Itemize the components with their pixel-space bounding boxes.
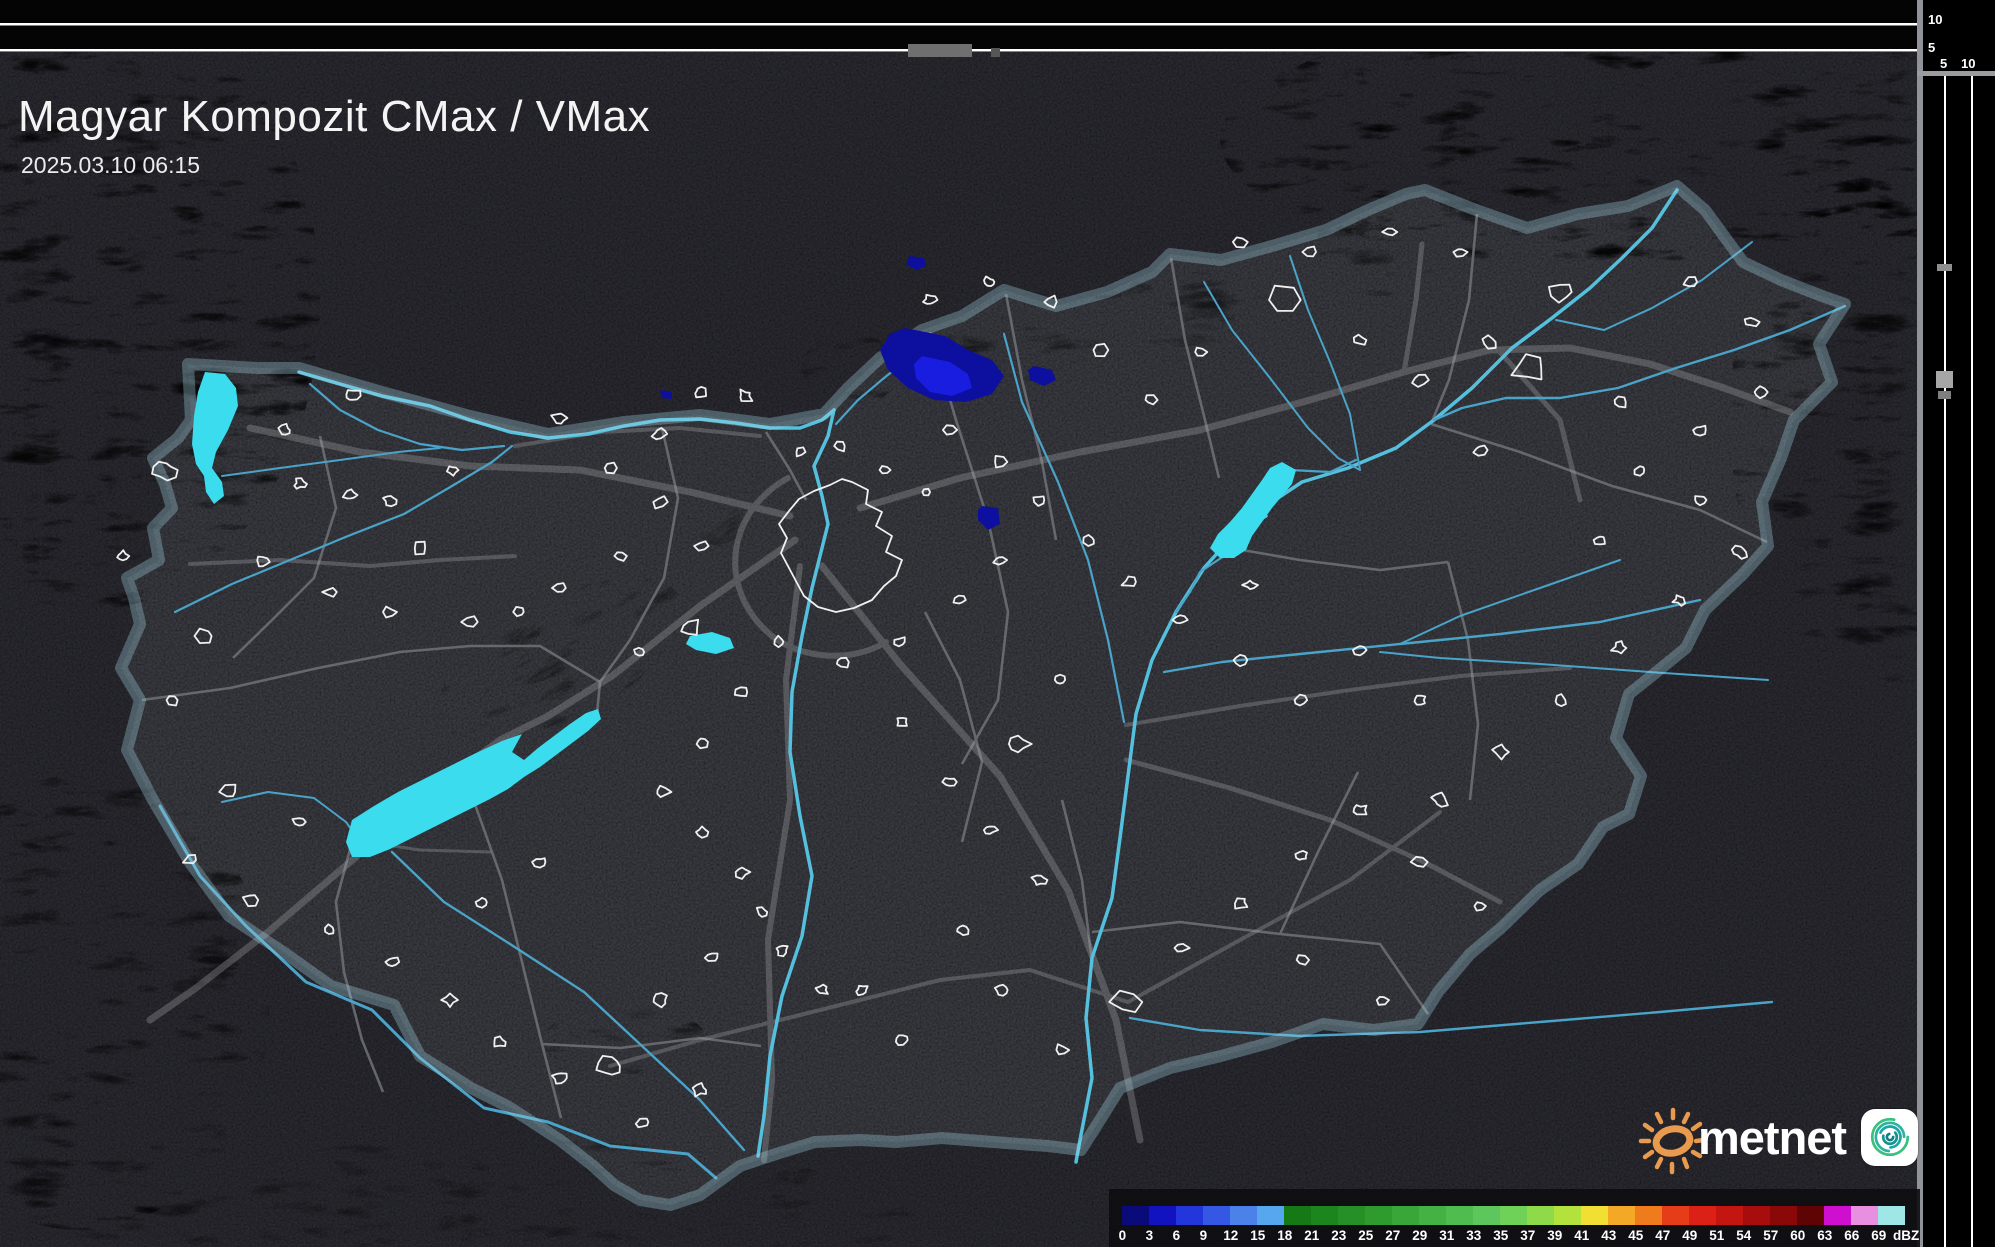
legend-tick-label: 60: [1790, 1228, 1805, 1243]
legend-tick-label: 33: [1466, 1228, 1481, 1243]
legend-tick-label: 37: [1520, 1228, 1535, 1243]
legend-cell: 15: [1257, 1206, 1284, 1225]
timeline-marker[interactable]: [991, 48, 1000, 57]
legend-tick-label: 21: [1304, 1228, 1319, 1243]
legend-tick-label: 51: [1709, 1228, 1724, 1243]
legend-unit-label: dBZ: [1893, 1228, 1919, 1243]
legend-cell: 63: [1824, 1206, 1851, 1225]
legend-tick-label: 69: [1871, 1228, 1886, 1243]
legend-cell: 25: [1365, 1206, 1392, 1225]
legend-cell: 27: [1392, 1206, 1419, 1225]
right-panel-background: [1923, 0, 1995, 1247]
legend-tick-label: 0: [1119, 1228, 1127, 1243]
legend-cell: 43: [1608, 1206, 1635, 1225]
legend-tick-label: 57: [1763, 1228, 1778, 1243]
ruler-vertical-label-10: 10: [1928, 12, 1942, 27]
legend-cell: 31: [1446, 1206, 1473, 1225]
scroll-tick[interactable]: [1937, 264, 1952, 271]
legend-tick-label: 31: [1439, 1228, 1454, 1243]
legend-cell: 33: [1473, 1206, 1500, 1225]
ruler-corner-bar: [1917, 71, 1995, 76]
ruler-vertical-label-5: 5: [1928, 40, 1935, 55]
radar-viewer: Magyar Kompozit CMax / VMax 2025.03.10 0…: [0, 0, 1995, 1247]
legend-tick-label: 27: [1385, 1228, 1400, 1243]
legend-tick-label: 39: [1547, 1228, 1562, 1243]
metnet-app-icon[interactable]: [1861, 1109, 1918, 1166]
legend-cell: 6: [1176, 1206, 1203, 1225]
legend-cell: 57: [1770, 1206, 1797, 1225]
legend-cell: 49: [1689, 1206, 1716, 1225]
radar-map-canvas: [0, 0, 1995, 1247]
timeline-thumb[interactable]: [908, 44, 972, 57]
legend-cell: 45: [1635, 1206, 1662, 1225]
legend-cell: 3: [1149, 1206, 1176, 1225]
legend-cell: 37: [1527, 1206, 1554, 1225]
legend-cell: 47: [1662, 1206, 1689, 1225]
legend-cell: 54: [1743, 1206, 1770, 1225]
map-right-divider: [1917, 0, 1923, 1247]
legend-tick-label: 49: [1682, 1228, 1697, 1243]
page-title: Magyar Kompozit CMax / VMax: [18, 92, 650, 142]
legend-tick-label: 3: [1146, 1228, 1154, 1243]
legend-tick-label: 25: [1358, 1228, 1373, 1243]
legend-cell: 21: [1311, 1206, 1338, 1225]
dbz-legend: 0369121518212325272931333537394143454749…: [1109, 1189, 1920, 1247]
legend-tick-label: 35: [1493, 1228, 1508, 1243]
legend-cell: 12: [1230, 1206, 1257, 1225]
legend-tick-label: 6: [1173, 1228, 1181, 1243]
map-timestamp: 2025.03.10 06:15: [21, 152, 200, 179]
legend-tick-label: 47: [1655, 1228, 1670, 1243]
scroll-thumb-lower[interactable]: [1938, 391, 1951, 399]
legend-tick-label: 41: [1574, 1228, 1589, 1243]
legend-cell: 60: [1797, 1206, 1824, 1225]
legend-cell: 41: [1581, 1206, 1608, 1225]
legend-tick-label: 12: [1223, 1228, 1238, 1243]
terrain-grain: [0, 52, 1920, 1247]
legend-bar: 0369121518212325272931333537394143454749…: [1122, 1206, 1905, 1225]
legend-cell: 18: [1284, 1206, 1311, 1225]
scroll-line-outer[interactable]: [1971, 76, 1973, 1247]
legend-tick-label: 66: [1844, 1228, 1859, 1243]
legend-cell: 39: [1554, 1206, 1581, 1225]
legend-cell: 9: [1203, 1206, 1230, 1225]
legend-tick-label: 54: [1736, 1228, 1751, 1243]
legend-tick-label: 9: [1200, 1228, 1208, 1243]
legend-tick-label: 43: [1601, 1228, 1616, 1243]
legend-tick-label: 29: [1412, 1228, 1427, 1243]
legend-cell: 29: [1419, 1206, 1446, 1225]
legend-cell: 0: [1122, 1206, 1149, 1225]
legend-tick-label: 23: [1331, 1228, 1346, 1243]
legend-cell: 69: [1878, 1206, 1905, 1225]
scroll-thumb[interactable]: [1936, 371, 1953, 388]
legend-cell: 35: [1500, 1206, 1527, 1225]
legend-tick-label: 45: [1628, 1228, 1643, 1243]
branding: metnet: [1634, 1096, 1918, 1178]
legend-cell: 66: [1851, 1206, 1878, 1225]
right-panel: [1917, 0, 1995, 1247]
legend-tick-label: 18: [1277, 1228, 1292, 1243]
legend-tick-label: 63: [1817, 1228, 1832, 1243]
ruler-horizontal-label-10: 10: [1961, 56, 1975, 71]
legend-cell: 51: [1716, 1206, 1743, 1225]
map-layers: [0, 0, 1995, 1247]
timeline-track-upper[interactable]: [0, 23, 1920, 26]
legend-cell: 23: [1338, 1206, 1365, 1225]
ruler-horizontal-label-5: 5: [1940, 56, 1947, 71]
logo-text[interactable]: metnet: [1698, 1110, 1846, 1165]
timeline-chrome: [0, 0, 1920, 57]
spiral-icon: [1867, 1114, 1913, 1160]
scroll-line-inner[interactable]: [1944, 76, 1946, 1247]
legend-tick-label: 15: [1250, 1228, 1265, 1243]
